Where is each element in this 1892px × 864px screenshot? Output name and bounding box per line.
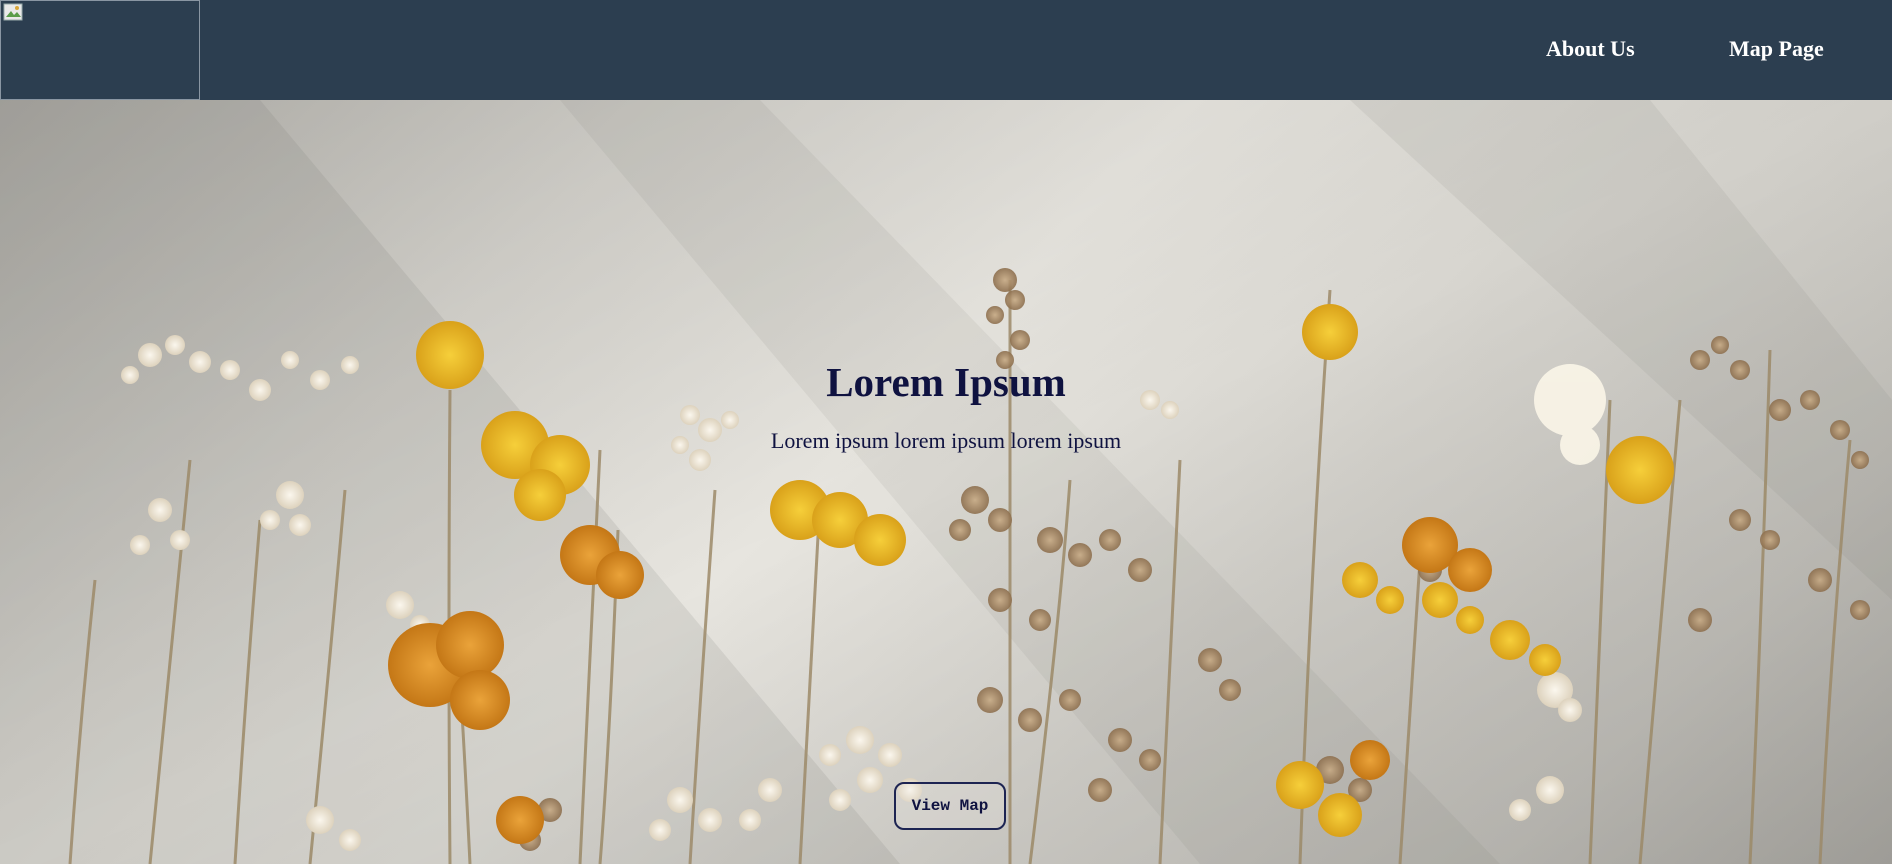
dried-flowers-background-image: [0, 100, 1892, 864]
hero-title: Lorem Ipsum: [826, 359, 1066, 405]
nav-link-map-page[interactable]: Map Page: [1729, 36, 1824, 62]
logo-image[interactable]: [0, 0, 200, 100]
view-map-button[interactable]: View Map: [894, 782, 1006, 830]
navbar: About Us Map Page: [0, 0, 1892, 100]
hero-section: Lorem Ipsum Lorem ipsum lorem ipsum lore…: [0, 100, 1892, 864]
nav-link-about-us[interactable]: About Us: [1546, 36, 1635, 62]
broken-image-icon: [3, 3, 23, 21]
hero-subtitle: Lorem ipsum lorem ipsum lorem ipsum: [770, 428, 1122, 453]
